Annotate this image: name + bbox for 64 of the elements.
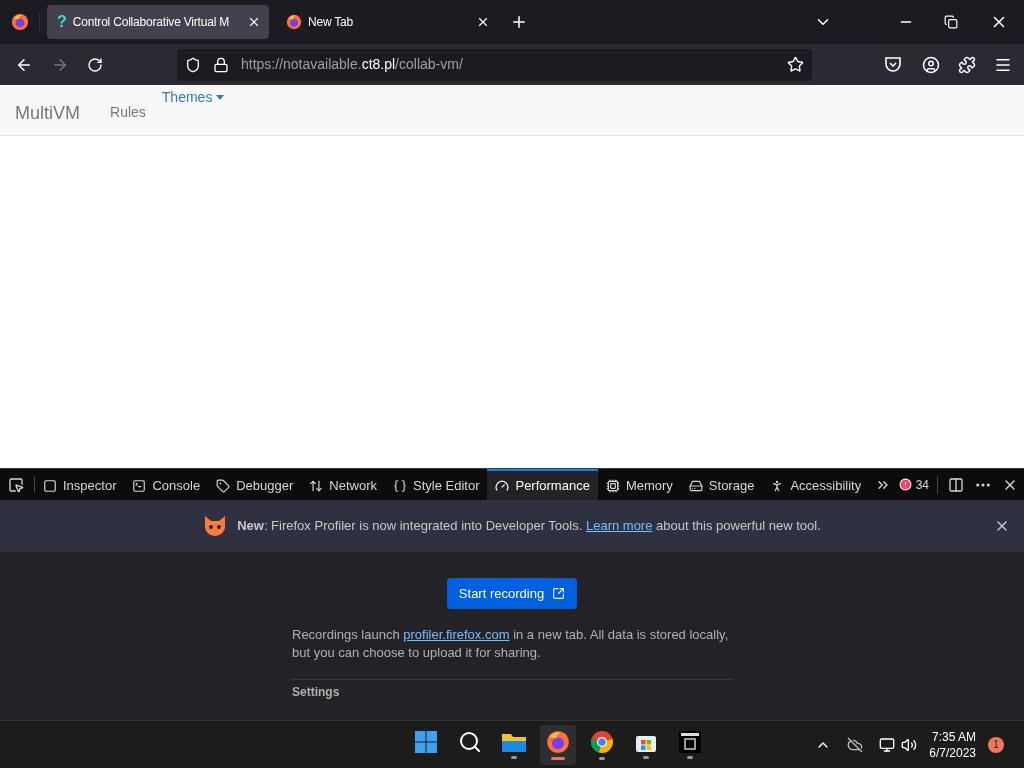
- notification-count[interactable]: 1: [988, 736, 1004, 753]
- address-bar[interactable]: https://notavailable.ct8.pl/collab-vm/: [177, 48, 812, 81]
- notice-text: New: Firefox Profiler is now integrated into Developer Tools. Learn more about this powerful new tool.: [237, 517, 821, 536]
- extensions-icon[interactable]: [958, 55, 976, 74]
- clock[interactable]: 7:35 AM 6/7/2023: [929, 728, 976, 761]
- date-text: 6/7/2023: [929, 744, 976, 761]
- picker-icon[interactable]: [8, 476, 24, 493]
- network-icon[interactable]: [879, 736, 896, 753]
- dropdown-link[interactable]: Themes: [161, 87, 225, 108]
- arrows-icon: [309, 478, 324, 493]
- pocket-icon[interactable]: [884, 56, 902, 73]
- new-tab-icon[interactable]: [510, 13, 528, 31]
- url-text: https://notavailable.ct8.pl/collab-vm/: [241, 55, 464, 74]
- account-icon[interactable]: [922, 55, 940, 74]
- devtools-tab[interactable]: Accessibility: [762, 468, 870, 501]
- lock-icon[interactable]: [213, 56, 229, 73]
- tab-title: New Tab: [308, 14, 355, 31]
- square-icon: [43, 478, 57, 493]
- firefox-icon: [10, 13, 29, 31]
- star-icon[interactable]: [787, 56, 804, 73]
- tab-favicon: ?: [57, 12, 67, 32]
- windows-start-icon[interactable]: [413, 729, 438, 754]
- caret-icon: [216, 95, 225, 100]
- tab-title: Control Collaborative Virtual M: [72, 14, 231, 31]
- browser-tab[interactable]: New Tab: [276, 5, 498, 39]
- braces-icon: [393, 478, 407, 493]
- brand-link[interactable]: MultiVM: [15, 100, 80, 127]
- firefox-icon: [286, 14, 302, 30]
- devtools-tab[interactable]: Network: [301, 468, 385, 501]
- chrome-icon[interactable]: [589, 729, 614, 754]
- devtools-tab[interactable]: Storage: [680, 468, 763, 501]
- error-icon: [898, 478, 912, 491]
- close-icon[interactable]: [476, 15, 490, 29]
- fox-mascot-icon: [203, 516, 228, 536]
- devtools-tab[interactable]: Performance: [487, 468, 598, 501]
- reload-icon[interactable]: [87, 56, 103, 73]
- info-text: Recordings launch profiler.firefox.com in a new tab. All data is stored locally, but you can choose to upload it for sharing.: [292, 626, 730, 662]
- terminal-icon: [132, 478, 147, 493]
- learn-more-link[interactable]: Learn more: [585, 518, 653, 534]
- close-icon[interactable]: [247, 15, 261, 29]
- devtools-tab[interactable]: Style Editor: [385, 468, 488, 501]
- search-icon[interactable]: [457, 729, 482, 754]
- start-recording-button[interactable]: Start recording: [446, 578, 578, 609]
- devtools-tab[interactable]: Debugger: [208, 468, 302, 501]
- gauge-icon: [495, 478, 510, 493]
- taskbar-app[interactable]: [539, 724, 576, 765]
- tag-icon: [216, 478, 231, 493]
- dock-icon[interactable]: [948, 476, 964, 493]
- time-text: 7:35 AM: [931, 728, 976, 745]
- external-link-icon: [552, 587, 566, 600]
- devtools-tab[interactable]: Inspector: [35, 468, 125, 501]
- volume-icon[interactable]: [901, 736, 918, 753]
- section-heading: Settings: [292, 686, 341, 699]
- profiler-link[interactable]: profiler.firefox.com: [403, 627, 510, 642]
- drive-icon: [688, 478, 703, 493]
- error-count[interactable]: 34: [898, 475, 938, 494]
- cloud-off-icon[interactable]: [847, 736, 864, 753]
- devtools-tab[interactable]: Memory: [597, 468, 681, 501]
- devtools-tab[interactable]: Console: [124, 468, 209, 501]
- browser-tab[interactable]: ? Control Collaborative Virtual M: [47, 5, 269, 39]
- nav-link[interactable]: Rules: [110, 102, 146, 123]
- shield-icon[interactable]: [185, 56, 201, 73]
- firefox-icon: [545, 729, 570, 754]
- restore-icon[interactable]: [944, 15, 958, 29]
